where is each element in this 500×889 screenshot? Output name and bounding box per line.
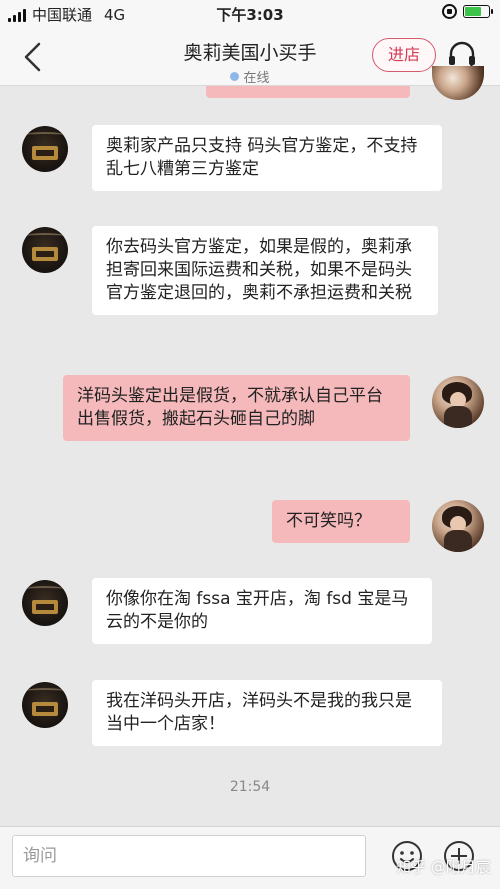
message-text: 你像你在淘 fssa 宝开店，淘 fsd 宝是马云的不是你的 — [106, 589, 409, 632]
chat-header: 奥莉美国小买手 在线 进店 — [0, 28, 500, 86]
avatar-self[interactable] — [432, 376, 484, 428]
status-right — [442, 4, 493, 19]
battery-icon — [463, 5, 493, 18]
online-dot-icon — [230, 72, 240, 81]
avatar-seller[interactable] — [22, 682, 68, 728]
avatar-seller[interactable] — [22, 580, 68, 626]
watermark: 知乎 @阳月宸 — [396, 858, 491, 876]
message-timestamp: 21:54 — [229, 779, 271, 795]
avatar-self-partial — [432, 66, 484, 100]
avatar-seller[interactable] — [22, 126, 68, 172]
orientation-lock-icon — [442, 4, 457, 19]
message-text: 你去码头官方鉴定，如果是假的，奥莉承担寄回来国际运费和关税，如果不是码头官方鉴定… — [106, 237, 412, 303]
online-status-label: 在线 — [243, 71, 270, 86]
message-bubble: 你像你在淘 fssa 宝开店，淘 fsd 宝是马云的不是你的 — [92, 578, 432, 644]
enter-store-button[interactable]: 进店 — [372, 38, 436, 72]
message-text: 我在洋码头开店，洋码头不是我的我只是当中一个店家！ — [106, 691, 412, 734]
avatar-self[interactable] — [432, 500, 484, 552]
message-text: 不可笑吗？ — [286, 511, 371, 531]
status-bar: 中国联通 4G 下午3:03 — [0, 0, 500, 28]
avatar-seller[interactable] — [22, 227, 68, 273]
message-bubble: 我在洋码头开店，洋码头不是我的我只是当中一个店家！ — [92, 680, 442, 746]
message-bubble: 洋码头鉴定出是假货，不就承认自己平台出售假货，搬起石头砸自己的脚 — [63, 375, 410, 441]
message-input[interactable] — [12, 835, 366, 877]
message-text: 洋码头鉴定出是假货，不就承认自己平台出售假货，搬起石头砸自己的脚 — [77, 386, 383, 429]
message-bubble: 你去码头官方鉴定，如果是假的，奥莉承担寄回来国际运费和关税，如果不是码头官方鉴定… — [92, 226, 438, 315]
message-bubble: 奥莉家产品只支持 码头官方鉴定，不支持 乱七八糟第三方鉴定 — [92, 125, 442, 191]
cut-bubble — [206, 86, 410, 98]
message-bubble: 不可笑吗？ — [272, 500, 410, 543]
status-time: 下午3:03 — [216, 6, 284, 24]
message-text: 奥莉家产品只支持 码头官方鉴定，不支持 乱七八糟第三方鉴定 — [106, 136, 418, 179]
